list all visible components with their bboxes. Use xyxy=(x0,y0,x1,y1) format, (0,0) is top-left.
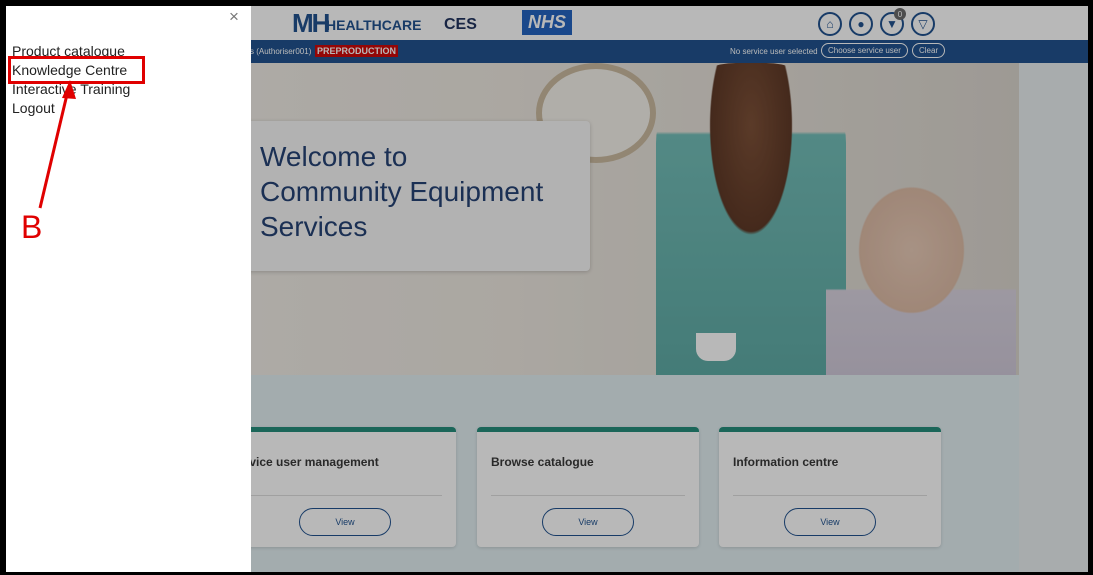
annotation-arrow-icon xyxy=(38,80,76,209)
annotation-label: B xyxy=(21,209,43,245)
screenshot-frame: MH HEALTHCARE CES NHS ⌂ ● ▼ 0 ▽ s (Author… xyxy=(6,6,1088,572)
